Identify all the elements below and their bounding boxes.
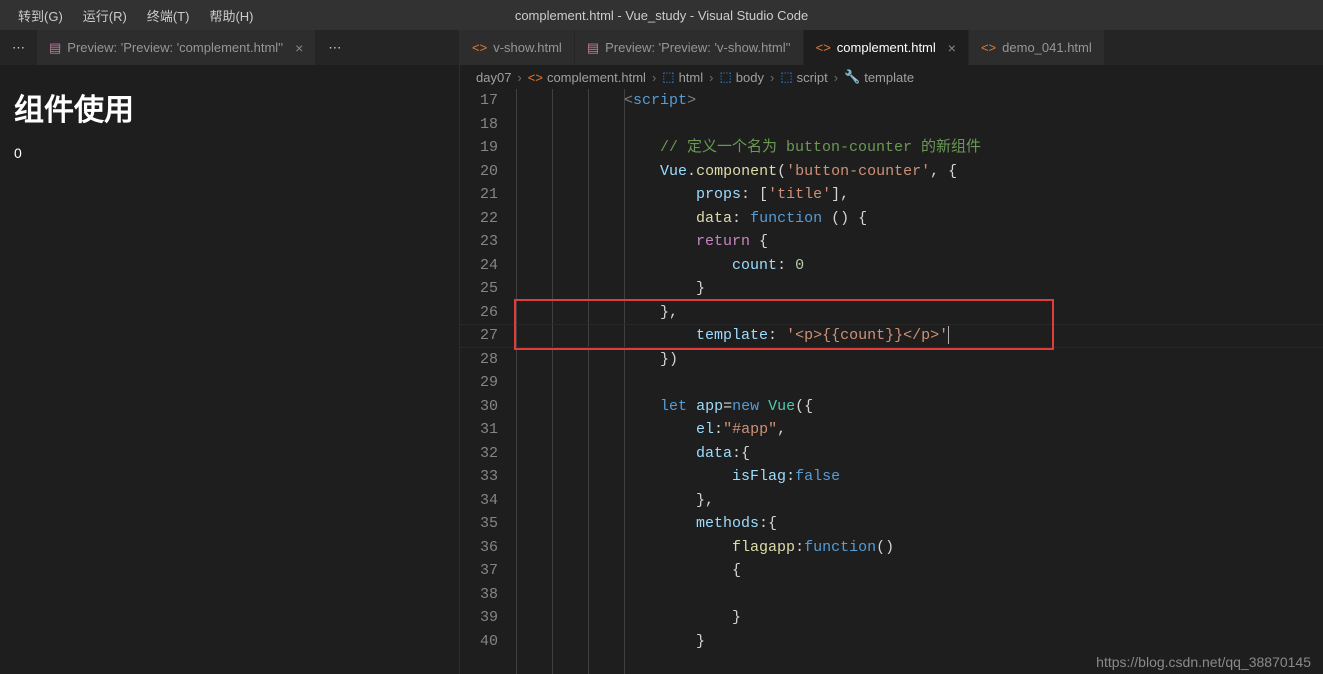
code-editor[interactable]: 1718192021222324252627282930313233343536…: [460, 89, 1323, 674]
line-number: 29: [460, 371, 498, 395]
breadcrumb-item[interactable]: ⬚ html: [662, 69, 703, 85]
menu-item[interactable]: 帮助(H): [199, 6, 263, 25]
code-area[interactable]: <script> // 定义一个名为 button-counter 的新组件 V…: [516, 89, 1323, 674]
line-number: 19: [460, 136, 498, 160]
preview-heading: 组件使用: [14, 85, 445, 129]
line-number: 34: [460, 489, 498, 513]
code-line[interactable]: let app=new Vue({: [516, 395, 1323, 419]
right-tabs: <> v-show.html ▤ Preview: 'Preview: 'v-show…: [460, 30, 1323, 65]
line-number: 27: [460, 324, 498, 348]
code-line[interactable]: }: [516, 630, 1323, 654]
tab-overflow-icon[interactable]: ⋯: [0, 40, 37, 56]
line-number: 23: [460, 230, 498, 254]
main-area: ⋯ ▤ Preview: 'Preview: 'complement.html'…: [0, 30, 1323, 674]
code-line[interactable]: return {: [516, 230, 1323, 254]
code-line[interactable]: {: [516, 559, 1323, 583]
left-tabs: ⋯ ▤ Preview: 'Preview: 'complement.html'…: [0, 30, 459, 65]
preview-icon: ▤: [49, 40, 61, 56]
line-number: 36: [460, 536, 498, 560]
code-line[interactable]: methods:{: [516, 512, 1323, 536]
line-number: 39: [460, 606, 498, 630]
text-cursor: [948, 326, 949, 344]
preview-count: 0: [14, 145, 445, 161]
code-line[interactable]: flagapp:function(): [516, 536, 1323, 560]
code-line[interactable]: data: function () {: [516, 207, 1323, 231]
breadcrumb[interactable]: day07 › <> complement.html › ⬚ html › ⬚ …: [460, 65, 1323, 89]
code-line[interactable]: data:{: [516, 442, 1323, 466]
breadcrumb-item[interactable]: ⬚ script: [780, 69, 827, 85]
right-editor-group: <> v-show.html ▤ Preview: 'Preview: 'v-show…: [460, 30, 1323, 674]
line-number: 18: [460, 113, 498, 137]
code-line[interactable]: <script>: [516, 89, 1323, 113]
tab-complement-html[interactable]: <> complement.html ×: [804, 30, 969, 65]
preview-pane: 组件使用 0: [0, 65, 459, 674]
code-line[interactable]: isFlag:false: [516, 465, 1323, 489]
line-number: 21: [460, 183, 498, 207]
tab-demo-041-html[interactable]: <> demo_041.html: [969, 30, 1105, 65]
tab-v-show-html[interactable]: <> v-show.html: [460, 30, 575, 65]
tab-label: Preview: 'Preview: 'v-show.html'': [605, 40, 790, 55]
breadcrumb-item[interactable]: <> complement.html: [528, 70, 646, 85]
tab-preview-complement[interactable]: ▤ Preview: 'Preview: 'complement.html'' …: [37, 30, 316, 65]
code-line[interactable]: [516, 371, 1323, 395]
code-line[interactable]: count: 0: [516, 254, 1323, 278]
code-line[interactable]: },: [516, 301, 1323, 325]
close-icon[interactable]: ×: [295, 40, 303, 56]
code-line[interactable]: [516, 583, 1323, 607]
html-icon: <>: [981, 40, 996, 55]
line-number: 20: [460, 160, 498, 184]
line-number: 33: [460, 465, 498, 489]
watermark: https://blog.csdn.net/qq_38870145: [1096, 654, 1311, 670]
menu-item[interactable]: 终端(T): [137, 6, 200, 25]
code-line[interactable]: Vue.component('button-counter', {: [516, 160, 1323, 184]
html-icon: <>: [816, 40, 831, 55]
line-number: 31: [460, 418, 498, 442]
line-number: 24: [460, 254, 498, 278]
code-line[interactable]: // 定义一个名为 button-counter 的新组件: [516, 136, 1323, 160]
line-number: 38: [460, 583, 498, 607]
line-number: 30: [460, 395, 498, 419]
code-line[interactable]: }): [516, 348, 1323, 372]
code-line[interactable]: },: [516, 489, 1323, 513]
code-line[interactable]: }: [516, 606, 1323, 630]
html-icon: <>: [472, 40, 487, 55]
tab-label: v-show.html: [493, 40, 562, 55]
left-editor-group: ⋯ ▤ Preview: 'Preview: 'complement.html'…: [0, 30, 460, 674]
line-gutter: 1718192021222324252627282930313233343536…: [460, 89, 516, 674]
code-line[interactable]: template: '<p>{{count}}</p>': [516, 324, 1323, 348]
menu-item[interactable]: 转到(G): [8, 6, 73, 25]
code-line[interactable]: }: [516, 277, 1323, 301]
close-icon[interactable]: ×: [948, 40, 956, 56]
breadcrumb-item[interactable]: 🔧 template: [844, 69, 914, 85]
breadcrumb-item[interactable]: ⬚ body: [719, 69, 764, 85]
line-number: 28: [460, 348, 498, 372]
tab-label: Preview: 'Preview: 'complement.html'': [67, 40, 283, 55]
tab-label: complement.html: [837, 40, 936, 55]
line-number: 32: [460, 442, 498, 466]
line-number: 40: [460, 630, 498, 654]
menu-item[interactable]: 运行(R): [73, 6, 137, 25]
window-title: complement.html - Vue_study - Visual Stu…: [515, 8, 808, 23]
code-line[interactable]: el:"#app",: [516, 418, 1323, 442]
code-line[interactable]: props: ['title'],: [516, 183, 1323, 207]
menubar: 转到(G)运行(R)终端(T)帮助(H) complement.html - V…: [0, 0, 1323, 30]
preview-icon: ▤: [587, 40, 599, 56]
line-number: 26: [460, 301, 498, 325]
line-number: 25: [460, 277, 498, 301]
code-line[interactable]: [516, 113, 1323, 137]
tab-preview-preview-v-show-html-[interactable]: ▤ Preview: 'Preview: 'v-show.html'': [575, 30, 804, 65]
tab-actions-icon[interactable]: ⋯: [316, 40, 353, 56]
tab-label: demo_041.html: [1002, 40, 1092, 55]
line-number: 37: [460, 559, 498, 583]
breadcrumb-item[interactable]: day07: [476, 70, 511, 85]
line-number: 35: [460, 512, 498, 536]
line-number: 22: [460, 207, 498, 231]
line-number: 17: [460, 89, 498, 113]
